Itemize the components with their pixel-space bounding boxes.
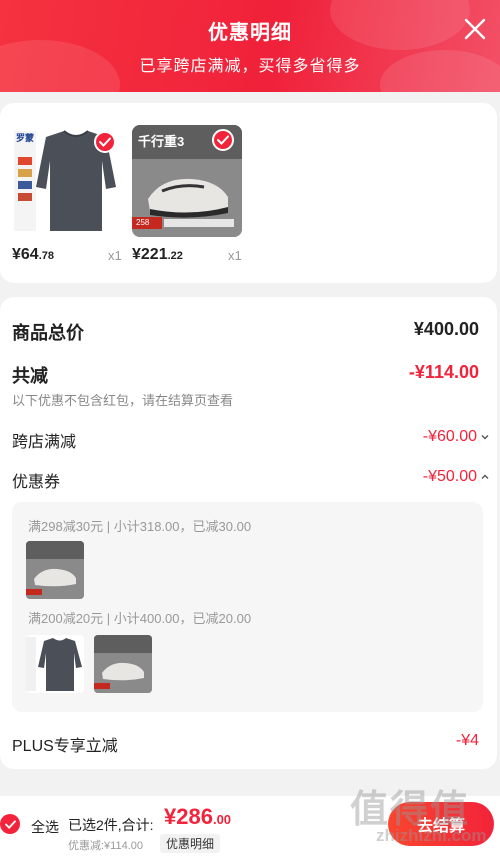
coupon-line: 满200减20元 | 小计400.00，已减20.00 (28, 611, 252, 626)
discount-summary: 优惠减:¥114.00 (68, 840, 144, 852)
coupon-product-shoe (26, 541, 84, 599)
watermark-logo: 值得值 (350, 789, 471, 831)
total-price-label: 商品总价 (12, 323, 84, 343)
close-icon[interactable] (462, 16, 488, 42)
page-title: 优惠明细 (208, 22, 292, 44)
product-checked-icon[interactable] (94, 131, 116, 153)
coupon-value: -¥50.00 (422, 468, 477, 485)
chevron-down-icon (481, 435, 489, 440)
plus-discount-value: -¥4 (455, 732, 479, 749)
red-packet-note: 以下优惠不包含红包，请在结算页查看 (12, 393, 234, 408)
product-price: ¥221.22 (132, 246, 183, 263)
product-checked-icon[interactable] (212, 129, 234, 151)
coupon-toggle[interactable]: -¥50.00 (423, 468, 491, 486)
discount-detail-header: 优惠明细 已享跨店满减，买得多省得多 (0, 0, 500, 92)
plus-discount-label: PLUS专享立减 (12, 738, 118, 755)
shoe-tag: 258 (136, 218, 150, 227)
coupon-label: 优惠券 (12, 474, 61, 491)
brand-label: 罗蒙 (16, 133, 35, 143)
total-price-value: ¥400.00 (413, 319, 479, 339)
product-price: ¥64.78 (12, 246, 54, 263)
cross-store-value: -¥60.00 (422, 428, 477, 445)
coupon-product-sweater (26, 635, 84, 693)
chevron-up-icon (481, 474, 489, 479)
checkout-total: ¥286.00 (164, 804, 232, 829)
shoe-banner-text: 千行重3 (138, 134, 185, 149)
total-reduce-label: 共减 (12, 366, 48, 386)
product-qty: x1 (228, 248, 242, 263)
coupon-line: 满298减30元 | 小计318.00，已减30.00 (28, 519, 252, 534)
watermark-url: zhizhizhi.com (376, 826, 487, 845)
coupon-product-shoe (94, 635, 152, 693)
check-icon (4, 819, 16, 829)
discount-detail-button[interactable]: 优惠明细 (160, 834, 221, 853)
products-card: 罗蒙 ¥64.78 x1 千行重3 258 ¥221.22 x1 (0, 103, 497, 283)
cross-store-label: 跨店满减 (12, 434, 77, 451)
select-all-checkbox[interactable] (0, 814, 20, 834)
product-qty: x1 (108, 248, 122, 263)
select-all-label[interactable]: 全选 (31, 817, 59, 837)
cross-store-toggle[interactable]: -¥60.00 (423, 428, 491, 446)
selected-summary-label: 已选2件,合计: (68, 817, 154, 833)
page-subtitle: 已享跨店满减，买得多省得多 (139, 58, 361, 75)
coupon-detail-box: 满298减30元 | 小计318.00，已减30.00 满200减20元 | 小… (12, 502, 483, 712)
discount-detail-card: 商品总价 ¥400.00 共减 -¥114.00 以下优惠不包含红包，请在结算页… (0, 297, 497, 769)
total-reduce-value: -¥114.00 (408, 362, 479, 382)
